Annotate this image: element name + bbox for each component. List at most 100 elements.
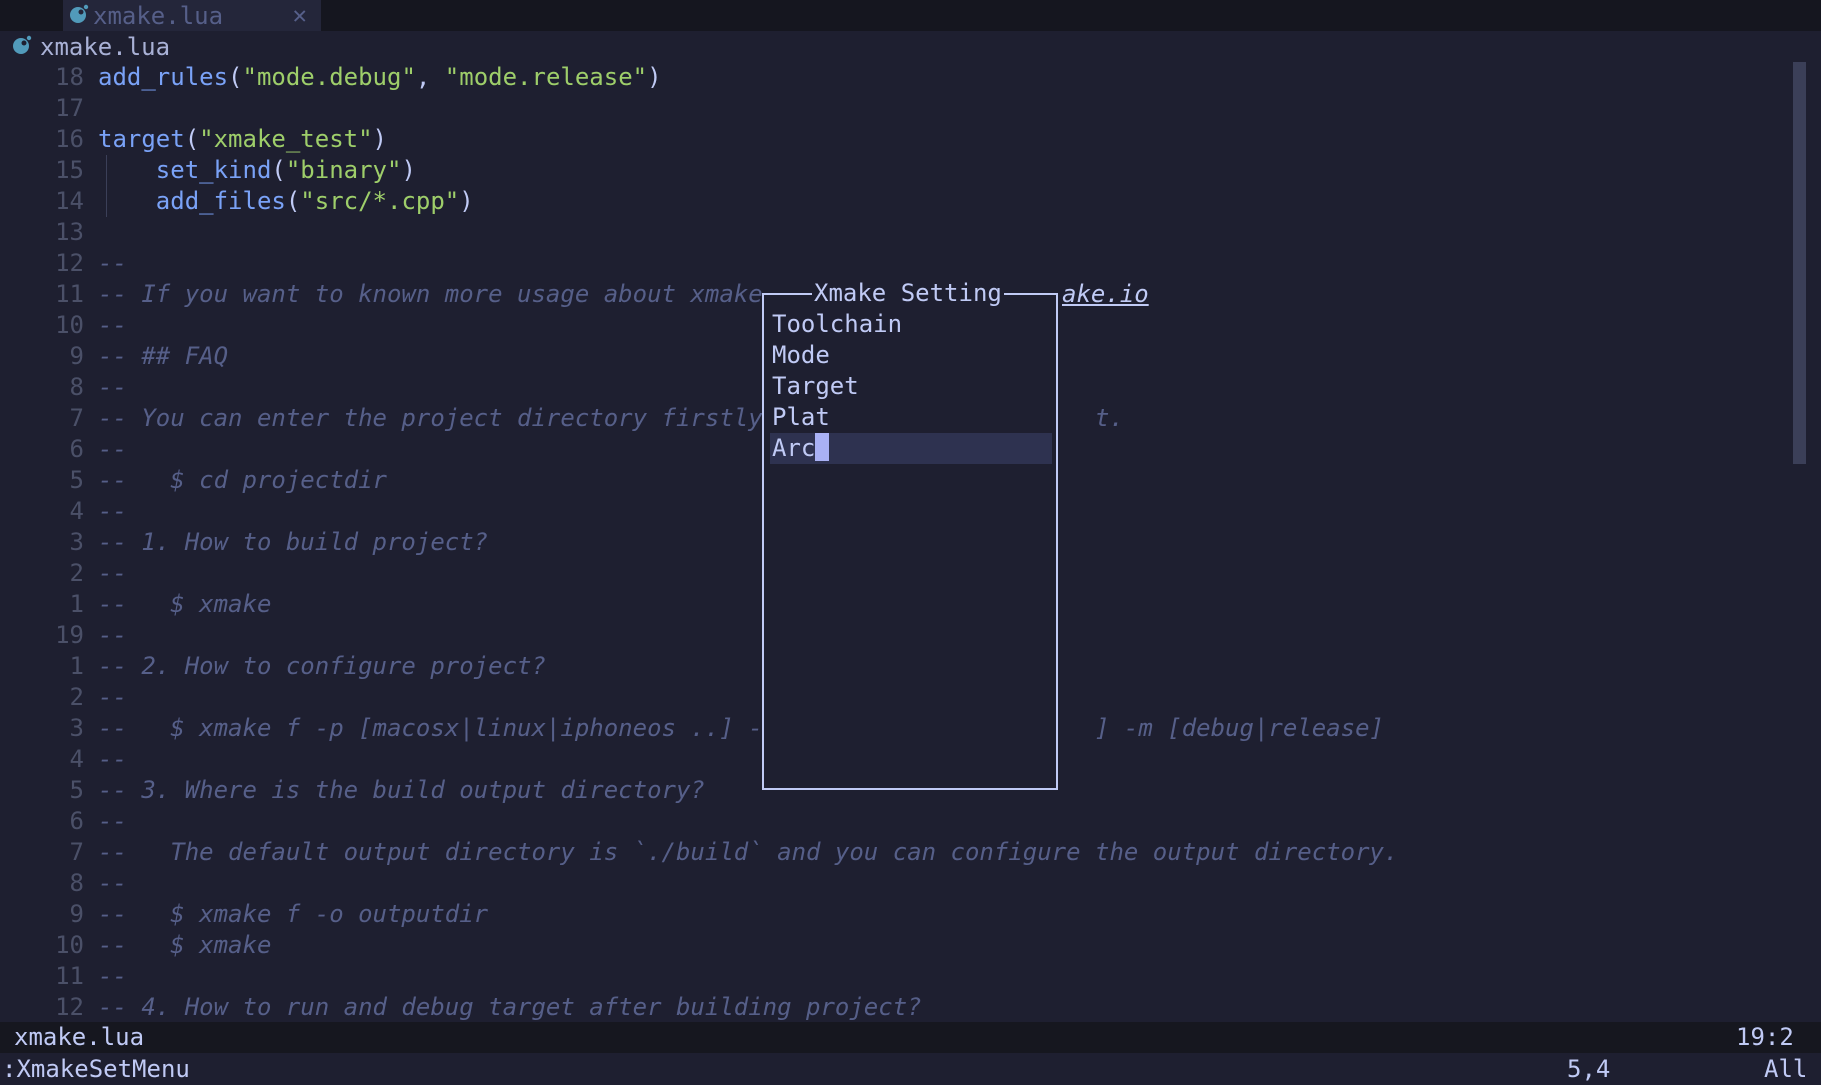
code-line[interactable]: 12 -- [0, 248, 1780, 279]
token: -- $ xmake f -p [macosx|linux|iphoneos .… [98, 714, 1384, 742]
token: -- [98, 683, 127, 711]
code-line[interactable]: 13 [0, 217, 1780, 248]
menu-item-mode[interactable]: Mode [770, 340, 1052, 371]
line-number: 6 [69, 807, 84, 835]
token: ( [271, 156, 286, 184]
line-number: 12 [55, 249, 84, 277]
code-text: -- [98, 248, 127, 279]
token: -- $ xmake [98, 590, 272, 618]
token: ) [459, 187, 474, 215]
token: -- [98, 962, 127, 990]
code-line[interactable]: 18 add_rules("mode.debug", "mode.release"… [0, 62, 1780, 93]
cmdline[interactable]: :XmakeSetMenu 5,4 All [0, 1053, 1821, 1085]
code-line[interactable]: 15 set_kind("binary") [0, 155, 1780, 186]
winbar-filename: xmake.lua [40, 32, 171, 61]
line-number: 11 [55, 280, 84, 308]
line-number: 4 [69, 497, 84, 525]
code-text: -- $ cd projectdir [98, 465, 387, 496]
code-line[interactable]: 17 [0, 93, 1780, 124]
code-text: -- 3. Where is the build output director… [98, 775, 705, 806]
line-number: 14 [55, 187, 84, 215]
menu-item-label: Mode [772, 341, 830, 369]
line-number: 10 [55, 311, 84, 339]
line-number: 2 [69, 559, 84, 587]
line-number: 1 [69, 590, 84, 618]
lua-file-icon [69, 2, 93, 30]
code-text: -- 2. How to configure project? [98, 651, 546, 682]
token: ( [228, 63, 243, 91]
menu-item-label: Toolchain [772, 310, 903, 338]
token: -- The default output directory is `./bu… [98, 838, 1399, 866]
code-text: set_kind("binary") [98, 155, 416, 186]
token: "xmake_test" [199, 125, 373, 153]
code-text: add_rules("mode.debug", "mode.release") [98, 62, 662, 93]
code-line[interactable]: 6 -- [0, 806, 1780, 837]
code-line[interactable]: 10 -- $ xmake [0, 930, 1780, 961]
token: -- If you want to known more usage about… [98, 280, 792, 308]
code-text: -- [98, 682, 127, 713]
token: -- [98, 373, 127, 401]
text-cursor [815, 433, 830, 461]
token: ) [372, 125, 387, 153]
token: -- [98, 559, 127, 587]
code-line[interactable]: 14 add_files("src/*.cpp") [0, 186, 1780, 217]
code-text: -- [98, 620, 127, 651]
line-number: 1 [69, 652, 84, 680]
cursor-ruler: 5,4 [1567, 1055, 1611, 1083]
close-icon[interactable]: ✕ [293, 0, 307, 31]
token: -- ## FAQ [98, 342, 229, 370]
line-number: 9 [69, 342, 84, 370]
code-line[interactable]: 11 -- [0, 961, 1780, 992]
code-line[interactable]: 7 -- The default output directory is `./b… [0, 837, 1780, 868]
code-line[interactable]: 8 -- [0, 868, 1780, 899]
scrollbar[interactable] [1793, 62, 1806, 464]
line-number: 15 [55, 156, 84, 184]
line-number: 19 [55, 621, 84, 649]
line-number: 12 [55, 993, 84, 1021]
token: -- [98, 311, 127, 339]
code-text: -- ## FAQ [98, 341, 228, 372]
code-text: -- [98, 558, 127, 589]
token: -- $ xmake [98, 931, 272, 959]
token: -- [98, 435, 127, 463]
code-line[interactable]: 9 -- $ xmake f -o outputdir [0, 899, 1780, 930]
token: -- 4. How to run and debug target after … [98, 993, 922, 1021]
url-link[interactable]: ake.io [1062, 279, 1149, 310]
line-number: 6 [69, 435, 84, 463]
xmake-setting-menu: Xmake Setting Toolchain Mode Target Plat Arc [762, 278, 1058, 790]
token: -- [98, 745, 127, 773]
tab-xmake-lua[interactable]: xmake.lua ✕ [63, 0, 321, 31]
line-number: 8 [69, 869, 84, 897]
token: ( [285, 187, 301, 215]
code-text: -- [98, 496, 127, 527]
line-number: 3 [69, 528, 84, 556]
menu-item-target[interactable]: Target [770, 371, 1052, 402]
winbar: xmake.lua [0, 31, 1821, 62]
line-number: 7 [69, 404, 84, 432]
menu-item-label: Arc [772, 434, 816, 462]
token: add_rules [98, 63, 229, 91]
menu-item-toolchain[interactable]: Toolchain [770, 309, 1052, 340]
menu-item-plat[interactable]: Plat [770, 402, 1052, 433]
token: "binary" [285, 156, 402, 184]
token: "mode.release" [444, 63, 648, 91]
token: -- [98, 249, 127, 277]
code-text: -- $ xmake [98, 589, 271, 620]
token: "src/*.cpp" [300, 187, 460, 215]
token: ( [184, 125, 200, 153]
line-number: 5 [69, 776, 84, 804]
token: -- 3. Where is the build output director… [98, 776, 705, 804]
statusline: xmake.lua 19:2 [0, 1022, 1821, 1053]
code-line[interactable]: 12 -- 4. How to run and debug target afte… [0, 992, 1780, 1023]
status-filename: xmake.lua [14, 1023, 145, 1051]
code-text: -- The default output directory is `./bu… [98, 837, 1398, 868]
token: -- [98, 869, 127, 897]
command-text: :XmakeSetMenu [2, 1055, 190, 1083]
line-number: 11 [55, 962, 84, 990]
lua-file-icon [12, 33, 40, 61]
code-text: -- 4. How to run and debug target after … [98, 992, 922, 1023]
code-line[interactable]: 16 target("xmake_test") [0, 124, 1780, 155]
menu-item-arc[interactable]: Arc [770, 433, 1052, 464]
